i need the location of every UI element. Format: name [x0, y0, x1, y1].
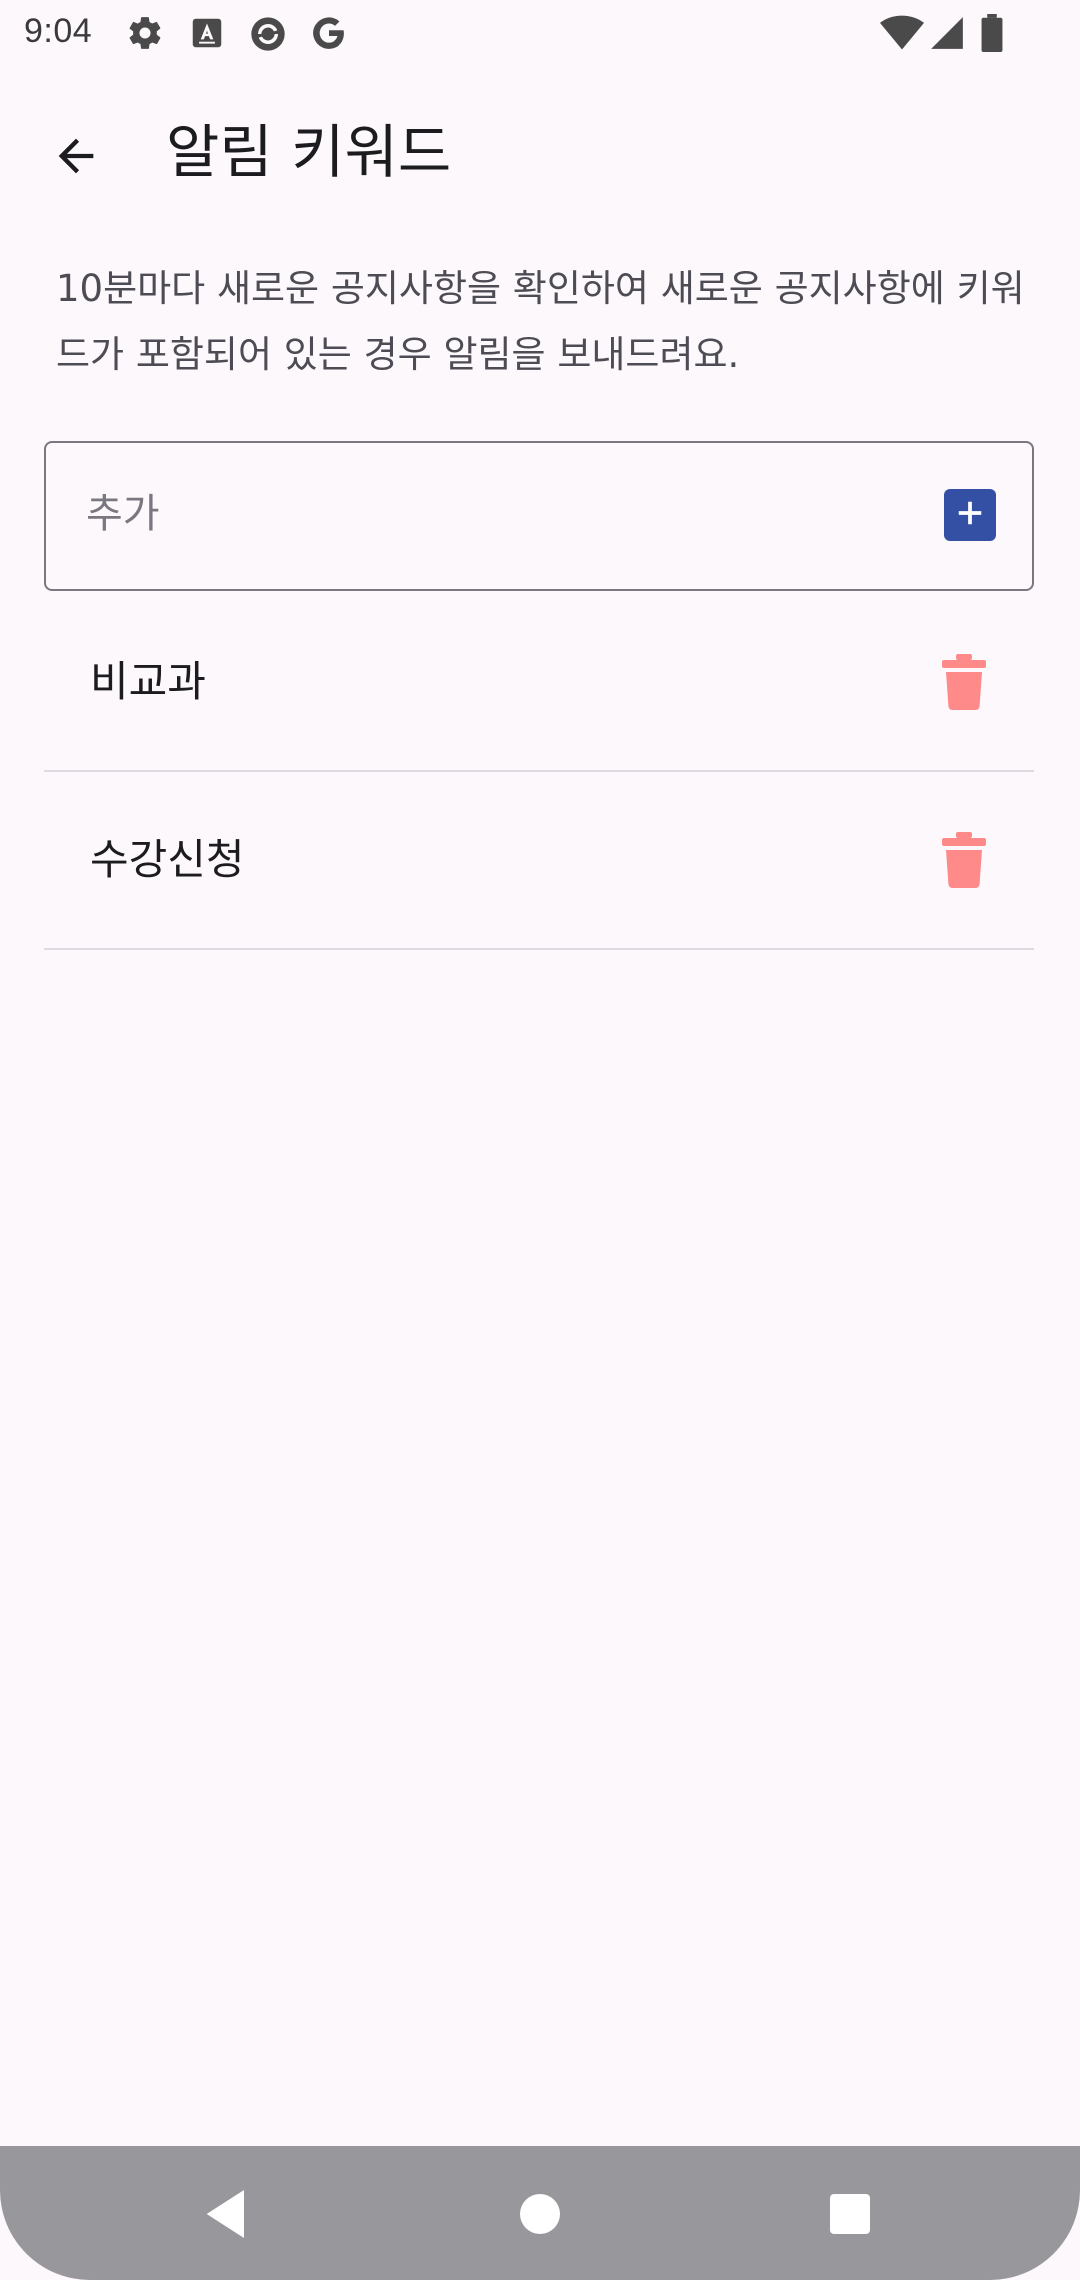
font-a-icon: [188, 14, 226, 52]
keyword-list: 비교과 수강신청: [44, 594, 1034, 950]
home-circle-icon: [508, 2194, 572, 2250]
app-bar: 알림 키워드: [0, 66, 1080, 242]
back-triangle-icon: [196, 2190, 260, 2250]
status-time: 9:04: [24, 12, 93, 50]
add-keyword-field: [44, 441, 1034, 591]
gear-icon: [126, 14, 164, 52]
wifi-icon: [880, 14, 924, 52]
page-title: 알림 키워드: [166, 118, 452, 186]
delete-keyword-button[interactable]: [942, 654, 986, 710]
arrow-left-icon: [50, 130, 102, 186]
sync-circle-icon: [248, 14, 286, 52]
description-text: 10분마다 새로운 공지사항을 확인하여 새로운 공지사항에 키워드가 포함되어…: [56, 267, 1025, 376]
keyword-input[interactable]: [86, 479, 906, 549]
system-nav-bar: [0, 2146, 1080, 2280]
nav-back-button[interactable]: [196, 2182, 260, 2246]
cell-signal-icon: [928, 14, 968, 52]
google-g-icon: [310, 14, 348, 52]
back-button[interactable]: [36, 118, 116, 198]
keyword-row: 비교과: [44, 594, 1034, 772]
plus-icon: [955, 498, 985, 532]
trash-icon: [942, 654, 986, 714]
recents-square-icon: [818, 2194, 882, 2250]
nav-recents-button[interactable]: [818, 2182, 882, 2246]
trash-icon: [942, 832, 986, 892]
keyword-label: 수강신청: [90, 835, 245, 884]
delete-keyword-button[interactable]: [942, 832, 986, 888]
battery-icon: [980, 14, 1004, 52]
add-keyword-button[interactable]: [944, 489, 996, 541]
keyword-row: 수강신청: [44, 772, 1034, 950]
nav-home-button[interactable]: [508, 2182, 572, 2246]
status-bar: 9:04: [0, 0, 1080, 66]
keyword-label: 비교과: [90, 657, 206, 706]
